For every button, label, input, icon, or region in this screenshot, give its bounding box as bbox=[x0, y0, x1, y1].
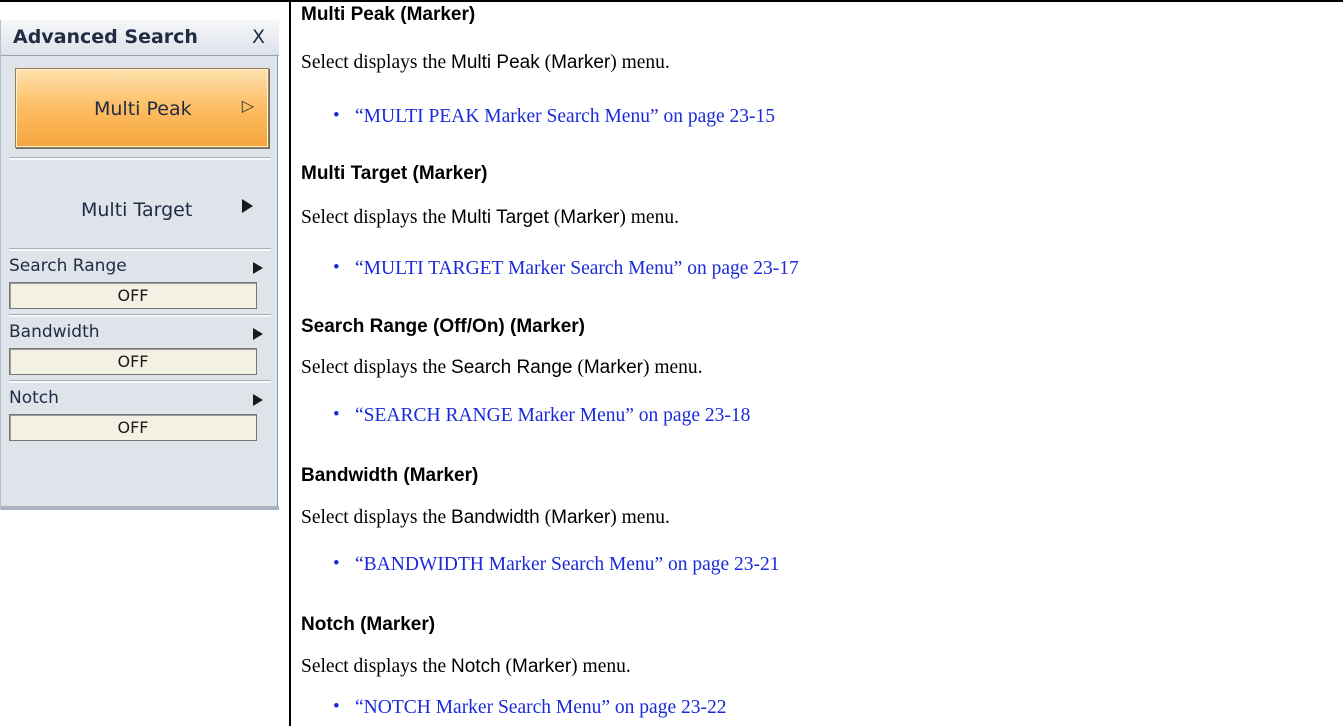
submenu-arrow-outline-icon: ▷ bbox=[241, 96, 254, 115]
menu-title: Advanced Search bbox=[13, 26, 198, 48]
submenu-arrow-icon bbox=[242, 199, 253, 213]
body-text: ) menu. bbox=[610, 52, 670, 73]
search-range-value: OFF bbox=[9, 282, 257, 309]
cross-reference-link[interactable]: • “NOTCH Marker Search Menu” on page 23-2… bbox=[333, 696, 727, 719]
submenu-arrow-icon bbox=[253, 394, 263, 406]
bandwidth-label: Bandwidth bbox=[9, 322, 100, 342]
notch-button[interactable]: Notch OFF bbox=[9, 384, 271, 442]
ui-term: Marker bbox=[512, 656, 572, 677]
entry-heading: Multi Peak (Marker) bbox=[301, 4, 476, 25]
entry-heading: Multi Target (Marker) bbox=[301, 163, 488, 184]
link-text: “MULTI PEAK Marker Search Menu” on page … bbox=[355, 106, 776, 127]
link-text: “MULTI TARGET Marker Search Menu” on pag… bbox=[355, 258, 799, 279]
body-text: ) menu. bbox=[571, 656, 631, 677]
entry-heading: Search Range (Off/On) (Marker) bbox=[301, 316, 585, 337]
body-text: ) menu. bbox=[619, 207, 679, 228]
bullet-icon: • bbox=[333, 105, 340, 126]
entry-body: Select displays the Notch (Marker) menu. bbox=[301, 656, 631, 678]
ui-term: Marker bbox=[551, 52, 611, 73]
table-top-rule bbox=[0, 0, 1343, 2]
ui-term: Marker bbox=[560, 207, 620, 228]
body-text: Select displays the bbox=[301, 507, 452, 528]
cross-reference-link[interactable]: • “MULTI PEAK Marker Search Menu” on page… bbox=[333, 105, 776, 128]
entry-heading: Bandwidth (Marker) bbox=[301, 465, 479, 486]
search-range-button[interactable]: Search Range OFF bbox=[9, 252, 271, 310]
multi-target-button[interactable]: Multi Target bbox=[9, 167, 271, 247]
cross-reference-link[interactable]: • “SEARCH RANGE Marker Menu” on page 23-1… bbox=[333, 404, 751, 427]
ui-term: Bandwidth bbox=[451, 507, 540, 528]
submenu-arrow-icon bbox=[253, 328, 263, 340]
menu-separator bbox=[9, 380, 271, 383]
cross-reference-link[interactable]: • “BANDWIDTH Marker Search Menu” on page … bbox=[333, 553, 780, 576]
bullet-icon: • bbox=[333, 404, 340, 425]
menu-bottom-edge bbox=[1, 506, 279, 510]
advanced-search-menu-panel: Advanced Search X Multi Peak ▷ Multi Tar… bbox=[0, 20, 279, 510]
link-text: “SEARCH RANGE Marker Menu” on page 23-18 bbox=[355, 405, 751, 426]
submenu-arrow-icon bbox=[253, 262, 263, 274]
body-text: ) menu. bbox=[642, 357, 703, 378]
body-text: ( bbox=[572, 357, 584, 378]
body-text: ( bbox=[548, 207, 561, 228]
entry-heading: Notch (Marker) bbox=[301, 614, 436, 635]
bullet-icon: • bbox=[333, 696, 340, 717]
menu-separator bbox=[9, 248, 271, 251]
multi-target-label: Multi Target bbox=[81, 199, 193, 221]
ui-term: Search Range bbox=[451, 357, 573, 378]
cross-reference-link[interactable]: • “MULTI TARGET Marker Search Menu” on pa… bbox=[333, 257, 799, 280]
ui-term: Marker bbox=[583, 357, 643, 378]
body-text: ) menu. bbox=[610, 507, 670, 528]
ui-term: Multi Peak bbox=[451, 52, 540, 73]
menu-title-bar: Advanced Search X bbox=[1, 20, 279, 56]
ui-term: Marker bbox=[551, 507, 611, 528]
ui-term: Notch bbox=[451, 656, 501, 677]
menu-separator bbox=[9, 314, 271, 317]
body-text: Select displays the bbox=[301, 207, 452, 228]
body-text: ( bbox=[539, 52, 552, 73]
bandwidth-value: OFF bbox=[9, 348, 257, 375]
body-text: Select displays the bbox=[301, 52, 452, 73]
menu-separator bbox=[9, 157, 271, 160]
body-text: Select displays the bbox=[301, 357, 452, 378]
multi-peak-button[interactable]: Multi Peak ▷ bbox=[15, 68, 269, 148]
bullet-icon: • bbox=[333, 257, 340, 278]
entry-body: Select displays the Bandwidth (Marker) m… bbox=[301, 507, 670, 529]
entry-body: Select displays the Multi Target (Marker… bbox=[301, 207, 679, 229]
close-icon[interactable]: X bbox=[252, 26, 265, 48]
notch-label: Notch bbox=[9, 388, 59, 408]
multi-peak-label: Multi Peak bbox=[94, 98, 192, 120]
notch-value: OFF bbox=[9, 414, 257, 441]
body-text: ( bbox=[500, 656, 513, 677]
bullet-icon: • bbox=[333, 553, 340, 574]
link-text: “NOTCH Marker Search Menu” on page 23-22 bbox=[355, 697, 727, 718]
table-column-divider bbox=[289, 0, 291, 726]
ui-term: Multi Target bbox=[451, 207, 549, 228]
bandwidth-button[interactable]: Bandwidth OFF bbox=[9, 318, 271, 376]
link-text: “BANDWIDTH Marker Search Menu” on page 2… bbox=[355, 554, 780, 575]
entry-body: Select displays the Search Range (Marker… bbox=[301, 357, 703, 379]
body-text: Select displays the bbox=[301, 656, 452, 677]
body-text: ( bbox=[539, 507, 552, 528]
search-range-label: Search Range bbox=[9, 256, 127, 276]
entry-body: Select displays the Multi Peak (Marker) … bbox=[301, 52, 670, 74]
